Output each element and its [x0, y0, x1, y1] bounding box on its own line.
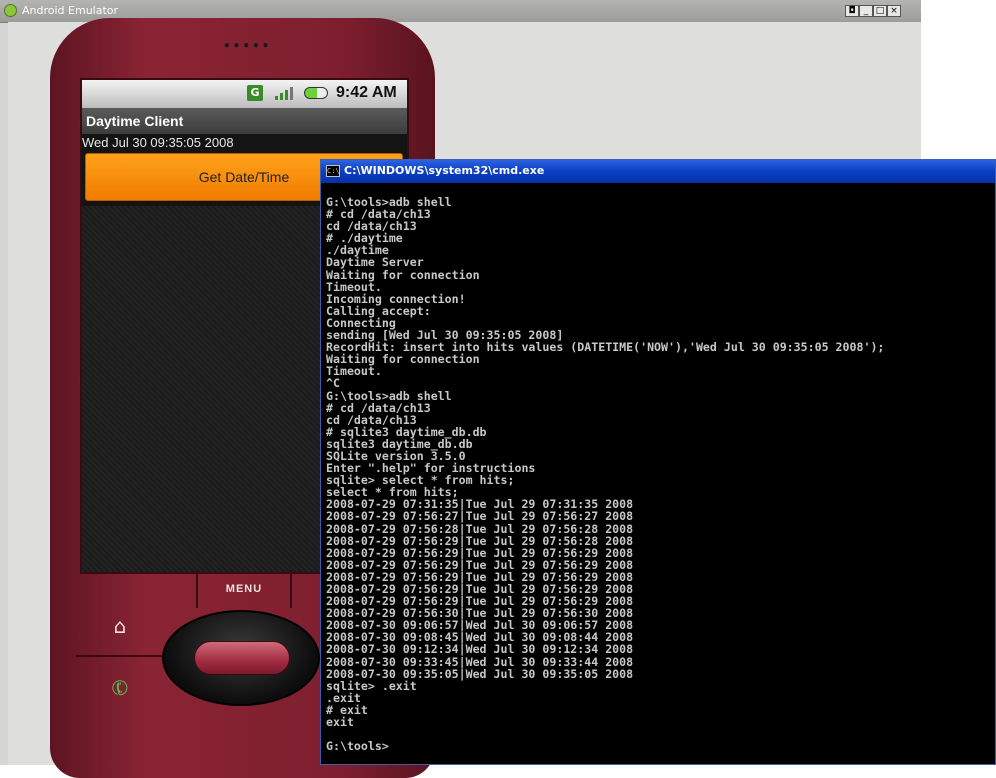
skin-button[interactable]: ◘ [845, 5, 859, 17]
cmd-window[interactable]: C:\ C:\WINDOWS\system32\cmd.exe G:\tools… [320, 159, 996, 765]
console-line: # cd /data/ch13 [326, 400, 431, 415]
console-line: 2008-07-29 07:56:29|Tue Jul 29 07:56:29 … [326, 545, 634, 560]
console-line: .exit [326, 690, 361, 705]
console-line: # cd /data/ch13 [326, 207, 431, 222]
console-line: ^C [326, 376, 340, 391]
console-line: cd /data/ch13 [326, 412, 417, 427]
console-line: ./daytime [326, 243, 389, 258]
console-line: Calling accept: [326, 303, 431, 318]
status-time: 9:42 AM [336, 84, 397, 101]
console-line: 2008-07-29 07:56:28|Tue Jul 29 07:56:28 … [326, 521, 634, 536]
console-line: 2008-07-30 09:12:34|Wed Jul 30 09:12:34 … [326, 642, 634, 657]
console-line: 2008-07-30 09:35:05|Wed Jul 30 09:35:05 … [326, 666, 634, 681]
android-icon [4, 4, 17, 17]
date-text: Wed Jul 30 09:35:05 2008 [82, 135, 234, 150]
cmd-title: C:\WINDOWS\system32\cmd.exe [344, 164, 545, 177]
console-line: G:\tools>adb shell [326, 388, 452, 403]
signal-icon [275, 87, 293, 100]
network-icon: G [247, 85, 263, 101]
cmd-titlebar[interactable]: C:\ C:\WINDOWS\system32\cmd.exe [321, 160, 995, 183]
console-output[interactable]: G:\tools>adb shell # cd /data/ch13 cd /dat… [326, 196, 991, 760]
menu-key[interactable]: MENU [196, 570, 292, 608]
console-line: Waiting for connection [326, 352, 480, 367]
minimize-button[interactable]: _ [859, 5, 873, 17]
console-line: cd /data/ch13 [326, 219, 417, 234]
console-line: 2008-07-29 07:56:27|Tue Jul 29 07:56:27 … [326, 509, 634, 524]
console-icon: C:\ [326, 165, 340, 177]
maximize-button[interactable]: □ [873, 5, 887, 17]
console-line: 2008-07-29 07:56:29|Tue Jul 29 07:56:28 … [326, 533, 634, 548]
console-line: # exit [326, 702, 368, 717]
console-line: Waiting for connection [326, 267, 480, 282]
key-divider [76, 655, 176, 657]
console-line: Timeout. [326, 364, 382, 379]
console-line: 2008-07-30 09:33:45|Wed Jul 30 09:33:44 … [326, 654, 634, 669]
speaker-grille: ••••• [223, 39, 272, 53]
console-line: Timeout. [326, 279, 382, 294]
close-button[interactable]: × [887, 5, 901, 17]
emulator-title: Android Emulator [22, 4, 119, 17]
battery-icon [304, 87, 328, 99]
console-line: G:\tools> [326, 739, 389, 754]
console-line: # ./daytime [326, 231, 403, 246]
console-line: exit [326, 715, 354, 730]
status-bar: G 9:42 AM [82, 80, 407, 108]
console-line: sqlite> .exit [326, 678, 417, 693]
home-icon[interactable]: ⌂ [108, 614, 132, 638]
app-title: Daytime Client [82, 108, 407, 134]
trackball[interactable] [194, 641, 290, 675]
console-line: Daytime Server [326, 255, 424, 270]
